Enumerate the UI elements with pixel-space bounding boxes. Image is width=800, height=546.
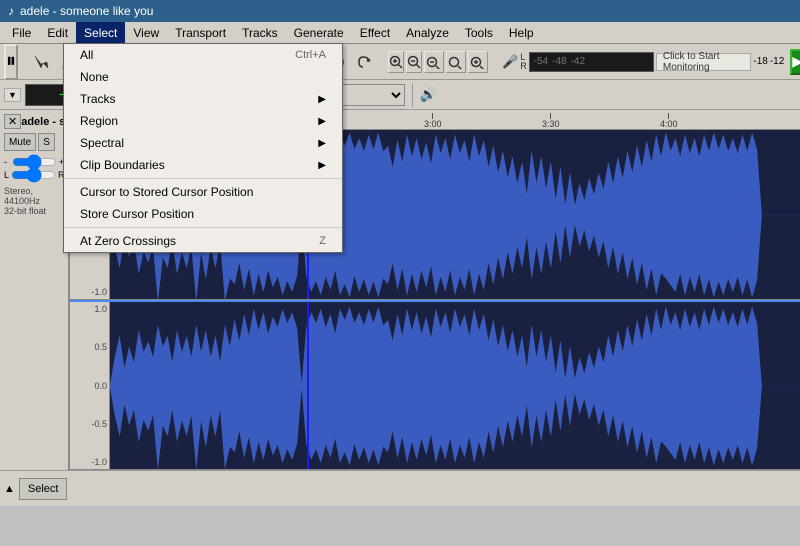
menu-edit[interactable]: Edit [39,22,76,43]
zoom-in-button[interactable] [388,51,404,73]
menu-select[interactable]: Select [76,22,125,43]
y-bot-1: 1.0 [72,304,107,314]
collapse-arrow[interactable]: ▼ [4,88,21,102]
menu-generate[interactable]: Generate [286,22,352,43]
tool-select[interactable] [28,48,54,76]
playhead-bottom [307,302,309,469]
vu-val5: -12 [770,56,784,67]
select-menu-spectral[interactable]: Spectral ▶ [64,132,342,154]
window-title: adele - someone like you [20,4,153,18]
mic-icon[interactable]: 🎤 [502,54,518,70]
zoom-sel-button[interactable] [446,51,466,73]
bottom-bar: ▲ Select [0,470,800,506]
sep7 [412,83,413,107]
zoom-toggle-button[interactable] [468,51,488,73]
y-bot-3: 0.0 [72,381,107,391]
ruler-tick-3: 3:00 [424,113,442,129]
pause-button[interactable]: ⏸ [4,44,18,80]
track-controls: Mute S [4,133,64,151]
select-menu-all[interactable]: All Ctrl+A [64,44,342,66]
gain-label: - [4,157,10,167]
lr-label: L R [520,53,527,71]
redo-button[interactable] [352,48,378,76]
vu-val2: -48 [552,56,566,67]
vu-val4: -18 [753,56,767,67]
zoom-out-button[interactable] [406,51,422,73]
y-bot-4: -0.5 [72,419,107,429]
select-menu-none[interactable]: None [64,66,342,88]
app-icon: ♪ [8,4,14,18]
pan-slider-row: L R [4,170,64,180]
vol-icon: 🔊 [420,86,437,103]
ruler-tick-4: 3:30 [542,113,560,129]
y-bot-5: -1.0 [72,457,107,467]
y-top-3: -1.0 [72,287,107,297]
gain-slider[interactable] [12,158,57,166]
pan-label: L [4,170,9,180]
waveform-track-bottom: 1.0 0.5 0.0 -0.5 -1.0 [70,300,800,470]
select-menu-tracks[interactable]: Tracks ▶ [64,88,342,110]
menu-view[interactable]: View [125,22,167,43]
menu-separator-2 [64,227,342,228]
menu-effect[interactable]: Effect [352,22,398,43]
gain-slider-row: - + [4,157,64,167]
select-menu-clip-boundaries[interactable]: Clip Boundaries ▶ [64,154,342,176]
vu-val3: -42 [571,56,585,67]
waveform-svg-bottom [110,302,800,469]
menu-tracks[interactable]: Tracks [234,22,286,43]
track-name: adele - s [21,116,64,128]
menu-help[interactable]: Help [501,22,542,43]
vu-bar: -54 -48 -42 [529,52,654,72]
track-info: Stereo, 44100Hz32-bit float [4,186,64,216]
solo-button[interactable]: S [38,133,55,151]
vu-val1: -54 [534,56,548,67]
close-track-button[interactable]: ✕ [4,114,21,129]
wave-canvas-bottom[interactable] [110,302,800,469]
mute-button[interactable]: Mute [4,133,36,151]
y-axis-bottom: 1.0 0.5 0.0 -0.5 -1.0 [70,302,110,469]
track-sliders: - + L R [4,157,64,180]
select-bottom-button[interactable]: Select [19,478,68,500]
menu-separator-1 [64,178,342,179]
title-bar: ♪ adele - someone like you [0,0,800,22]
select-menu-zero-crossings[interactable]: At Zero Crossings Z [64,230,342,252]
click-to-monitor[interactable]: Click to Start Monitoring [656,53,752,71]
select-menu-cursor-stored[interactable]: Cursor to Stored Cursor Position [64,181,342,203]
menu-bar: File Edit Select View Transport Tracks G… [0,22,800,44]
ruler-tick-5: 4:00 [660,113,678,129]
menu-analyze[interactable]: Analyze [398,22,457,43]
y-bot-2: 0.5 [72,342,107,352]
play-button[interactable]: ▶ [790,49,800,75]
select-dropdown-menu: All Ctrl+A None Tracks ▶ Region ▶ Spectr… [63,43,343,253]
select-menu-store-cursor[interactable]: Store Cursor Position [64,203,342,225]
collapse-arrow-bottom[interactable]: ▲ [4,483,15,495]
menu-tools[interactable]: Tools [457,22,501,43]
vu-meter-section: 🎤 L R -54 -48 -42 Click to Start Monitor… [502,52,784,72]
track-label-area: ✕ adele - s Mute S - + L R Stereo, 44 [0,110,68,470]
track-panel: ✕ adele - s Mute S - + L R Stereo, 44 [0,110,70,470]
menu-file[interactable]: File [4,22,39,43]
zoom-fit-button[interactable] [424,51,444,73]
select-menu-region[interactable]: Region ▶ [64,110,342,132]
menu-transport[interactable]: Transport [167,22,234,43]
pan-slider[interactable] [11,171,56,179]
